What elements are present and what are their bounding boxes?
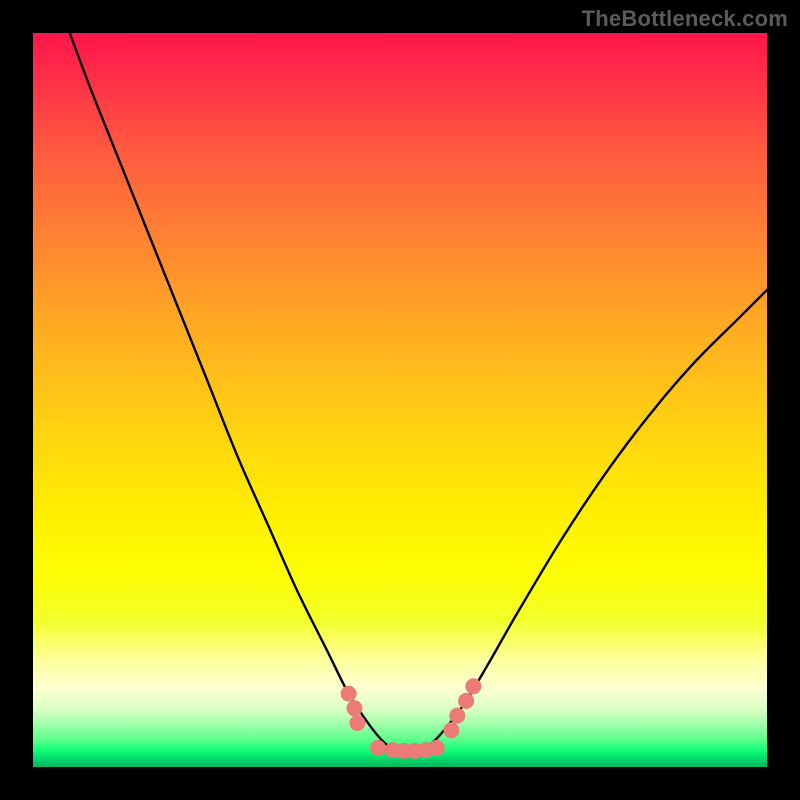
highlight-dot <box>458 693 474 709</box>
highlight-dot <box>449 708 465 724</box>
curve-layer <box>33 33 767 767</box>
bottleneck-curve <box>70 33 767 752</box>
highlight-dot <box>341 686 357 702</box>
highlight-dot <box>347 700 363 716</box>
highlight-dots <box>341 678 482 759</box>
highlight-dot <box>429 740 445 756</box>
highlight-dot <box>349 715 365 731</box>
highlight-dot <box>443 722 459 738</box>
plot-area <box>33 33 767 767</box>
watermark-text: TheBottleneck.com <box>582 6 788 32</box>
highlight-dot <box>465 678 481 694</box>
highlight-dot <box>370 740 386 756</box>
chart-frame: TheBottleneck.com <box>0 0 800 800</box>
